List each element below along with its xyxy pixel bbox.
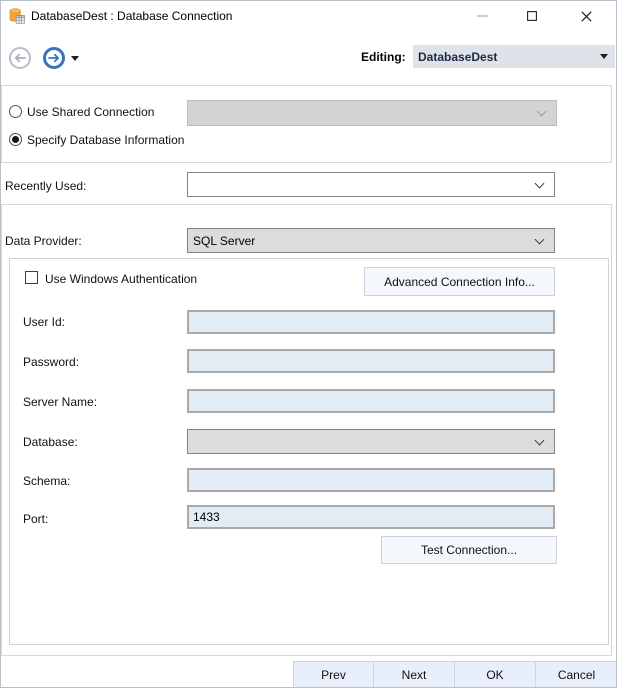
cancel-button[interactable]: Cancel (535, 661, 617, 688)
back-arrow-icon[interactable] (9, 47, 31, 69)
user-id-field[interactable] (187, 310, 555, 334)
recently-used-combobox[interactable] (187, 172, 555, 197)
radio-specify-database-information[interactable] (9, 133, 22, 146)
data-provider-combobox[interactable]: SQL Server (187, 228, 555, 253)
database-connection-dialog: DatabaseDest : Database Connection Editi… (0, 0, 617, 688)
use-windows-authentication-checkbox[interactable] (25, 271, 38, 284)
database-combobox[interactable] (187, 429, 555, 454)
forward-dropdown-caret-icon[interactable] (71, 56, 79, 65)
editing-combobox[interactable]: DatabaseDest (413, 45, 615, 68)
database-table-icon (8, 8, 25, 24)
cancel-button-label: Cancel (558, 668, 595, 682)
chevron-down-icon (600, 54, 608, 63)
next-button-label: Next (402, 668, 427, 682)
window-title: DatabaseDest : Database Connection (31, 9, 232, 23)
ok-button-label: OK (486, 668, 503, 682)
chevron-down-icon (535, 436, 545, 446)
radio-use-shared-connection[interactable] (9, 105, 22, 118)
advanced-connection-info-label: Advanced Connection Info... (384, 275, 535, 289)
prev-button-label: Prev (321, 668, 346, 682)
database-label: Database: (23, 435, 78, 449)
server-name-label: Server Name: (23, 395, 97, 409)
maximize-button[interactable] (509, 1, 554, 31)
title-bar: DatabaseDest : Database Connection (1, 1, 617, 31)
minimize-button[interactable] (460, 1, 505, 31)
chevron-down-icon (535, 235, 545, 245)
password-label: Password: (23, 355, 79, 369)
server-name-field[interactable] (187, 389, 555, 413)
chevron-down-icon (537, 107, 547, 117)
schema-label: Schema: (23, 474, 70, 488)
password-field[interactable] (187, 349, 555, 373)
next-button[interactable]: Next (373, 661, 455, 688)
port-field[interactable] (187, 505, 555, 529)
editing-combobox-value: DatabaseDest (418, 50, 497, 64)
schema-field[interactable] (187, 468, 555, 492)
shared-connection-combobox (187, 100, 557, 126)
prev-button[interactable]: Prev (293, 661, 374, 688)
use-windows-authentication-label: Use Windows Authentication (45, 272, 197, 286)
recently-used-label: Recently Used: (5, 179, 86, 193)
forward-arrow-icon[interactable] (43, 47, 65, 69)
use-shared-connection-label: Use Shared Connection (27, 105, 154, 119)
advanced-connection-info-button[interactable]: Advanced Connection Info... (364, 267, 555, 296)
close-button[interactable] (564, 1, 609, 31)
data-provider-value: SQL Server (193, 234, 255, 248)
test-connection-button[interactable]: Test Connection... (381, 536, 557, 564)
port-label: Port: (23, 512, 48, 526)
chevron-down-icon (535, 179, 545, 189)
test-connection-label: Test Connection... (421, 543, 517, 557)
specify-database-information-label: Specify Database Information (27, 133, 184, 147)
user-id-label: User Id: (23, 315, 65, 329)
radio-selected-dot (12, 136, 19, 143)
editing-label: Editing: (361, 50, 406, 64)
data-provider-label: Data Provider: (5, 234, 82, 248)
ok-button[interactable]: OK (454, 661, 536, 688)
